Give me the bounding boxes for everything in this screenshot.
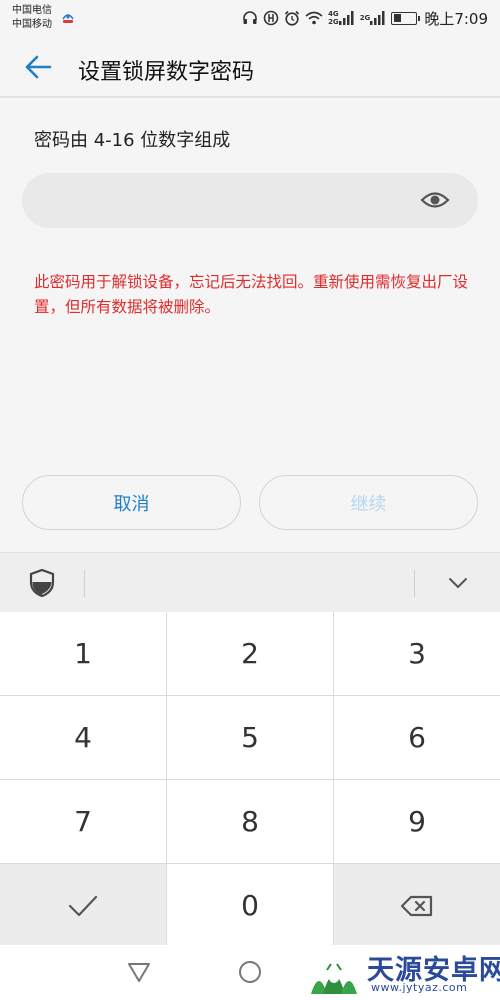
watermark: 天源安卓网 www.jytyaz.com <box>305 948 500 998</box>
eye-icon[interactable] <box>420 189 450 211</box>
confirm-key[interactable] <box>0 864 166 947</box>
app-bar: 设置锁屏数字密码 <box>0 36 500 98</box>
carrier-1: 中国电信 <box>12 5 52 16</box>
signal-1-icon: 4G 2G <box>328 9 355 27</box>
carrier-2: 中国移动 <box>12 19 52 30</box>
data-saver-icon <box>263 9 279 27</box>
signal-2-icon: 2G <box>360 9 387 27</box>
digit-key-8[interactable]: 8 <box>167 780 333 863</box>
digit-key-3[interactable]: 3 <box>334 612 500 695</box>
back-button[interactable] <box>20 50 56 84</box>
page-title: 设置锁屏数字密码 <box>78 60 255 85</box>
wifi-icon <box>305 9 323 27</box>
shield-icon <box>29 569 55 597</box>
network-type-2: 2G <box>359 14 371 22</box>
toolbar-divider <box>414 570 415 597</box>
digit-key-6[interactable]: 6 <box>334 696 500 779</box>
headphones-icon <box>242 9 258 27</box>
network-type-1: 4G 2G <box>328 10 339 26</box>
arrow-left-icon <box>25 55 52 79</box>
nav-back-icon[interactable] <box>127 961 151 983</box>
nav-home-icon[interactable] <box>238 960 262 984</box>
status-icons: 4G 2G 2G 晚上7:09 <box>242 8 488 28</box>
digit-key-2[interactable]: 2 <box>167 612 333 695</box>
password-hint: 密码由 4-16 位数字组成 <box>34 130 231 151</box>
carrier-logo-icon <box>62 14 74 23</box>
status-time: 晚上7:09 <box>424 9 488 28</box>
password-field[interactable] <box>22 173 478 228</box>
digit-key-9[interactable]: 9 <box>334 780 500 863</box>
digit-key-0[interactable]: 0 <box>167 864 333 947</box>
digit-key-4[interactable]: 4 <box>0 696 166 779</box>
watermark-logo-icon <box>311 963 357 994</box>
backspace-key[interactable] <box>334 864 500 947</box>
digit-key-7[interactable]: 7 <box>0 780 166 863</box>
numeric-keypad: 123 456 7890 <box>0 612 500 947</box>
digit-key-1[interactable]: 1 <box>0 612 166 695</box>
chevron-down-icon[interactable] <box>446 573 470 593</box>
alarm-icon <box>284 9 300 27</box>
cancel-button[interactable]: 取消 <box>22 475 241 530</box>
battery-icon <box>391 9 421 27</box>
status-bar: 中国电信 中国移动 4G 2G 2G 晚上7:09 <box>0 0 500 36</box>
watermark-url: www.jytyaz.com <box>371 981 468 994</box>
warning-text: 此密码用于解锁设备，忘记后无法找回。重新使用需恢复出厂设置，但所有数据将被删除。 <box>34 273 469 316</box>
check-icon <box>68 895 98 916</box>
carrier-names: 中国电信 中国移动 <box>12 4 52 32</box>
password-input[interactable] <box>44 173 424 228</box>
toolbar-divider <box>84 570 85 597</box>
continue-button[interactable]: 继续 <box>259 475 478 530</box>
digit-key-5[interactable]: 5 <box>167 696 333 779</box>
keyboard-toolbar <box>0 552 500 612</box>
backspace-icon <box>401 895 433 916</box>
